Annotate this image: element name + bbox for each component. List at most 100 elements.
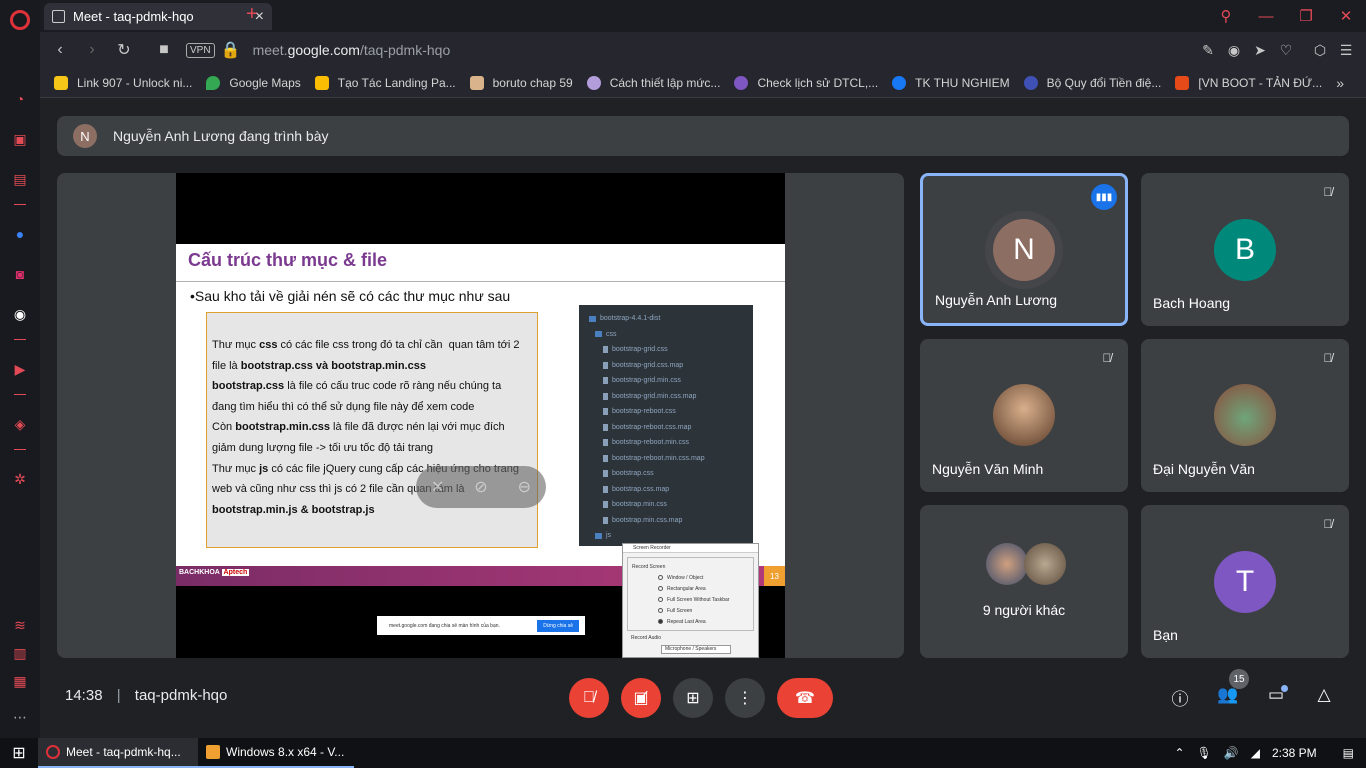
discord-icon[interactable]: ◉ [9, 303, 31, 325]
pin-icon[interactable]: ✕ [431, 477, 444, 497]
maximize-icon[interactable]: ❐ [1286, 7, 1326, 25]
recorder-option[interactable]: Full Screen Without Taskbar [632, 594, 749, 605]
muted-mic-icon: 🎙̸ [1102, 351, 1112, 365]
participant-tile[interactable]: 🎙̸ Nguyễn Văn Minh [920, 339, 1128, 492]
record-audio-checkbox[interactable]: Record Audio [623, 635, 758, 645]
participant-tile-self[interactable]: T 🎙̸ Bạn [1141, 505, 1349, 658]
bookmark-item[interactable]: Google Maps [206, 75, 301, 90]
bookmark-item[interactable]: Link 907 - Unlock ni... [54, 75, 192, 90]
extensions-icon[interactable]: ⬡ [1312, 42, 1328, 59]
file-icon [603, 470, 608, 478]
instagram-icon[interactable]: ◙ [9, 263, 31, 285]
bookmark-item[interactable]: boruto chap 59 [469, 75, 573, 90]
camera-toggle-button[interactable]: ▣̸ [621, 678, 661, 718]
twitch-icon[interactable]: ▤ [9, 168, 31, 190]
bookmark-item[interactable]: [VN BOOT - TẢN ĐỨ... [1175, 75, 1323, 90]
new-tab-icon[interactable]: + [246, 3, 258, 26]
speed-dial-icon[interactable]: ◔ [9, 88, 31, 110]
recorder-option[interactable]: Rectangular Area [632, 583, 749, 594]
radio-icon[interactable] [658, 608, 663, 613]
windows-start-icon[interactable]: ⊞ [0, 743, 38, 763]
memory-icon[interactable]: ▥ [9, 642, 31, 664]
tab-title: Meet - taq-pdmk-hqo [73, 9, 194, 24]
bag-icon[interactable]: ▣ [9, 128, 31, 150]
send-icon[interactable]: ➤ [1252, 42, 1268, 59]
bookmark-item[interactable]: Bộ Quy đổi Tiền điệ... [1023, 75, 1161, 90]
taskbar-item-meet[interactable]: Meet - taq-pdmk-hq... [38, 738, 198, 768]
slide-text-line: Còn bootstrap.min.css là file đã được né… [212, 421, 505, 434]
reload-icon[interactable]: ↻ [108, 40, 140, 60]
volume-icon[interactable]: 🔊 [1224, 746, 1239, 760]
audio-device-select[interactable]: Microphone / Speakers [661, 645, 731, 654]
recorder-option[interactable]: Window / Object [632, 572, 749, 583]
url-field[interactable]: meet.google.com/taq-pdmk-hqo [253, 42, 451, 58]
tree-item: bootstrap-4.4.1-dist [579, 311, 753, 327]
activities-icon[interactable]: △ [1312, 685, 1336, 709]
remove-icon[interactable]: ⊖ [518, 477, 531, 497]
edit-icon[interactable]: ✎ [1200, 42, 1216, 59]
participant-tile[interactable]: 🎙̸ Đại Nguyễn Văn [1141, 339, 1349, 492]
radio-icon[interactable] [658, 575, 663, 580]
search-icon[interactable]: ⚲ [1206, 7, 1246, 25]
recorder-option[interactable]: Repeat Last Area [632, 616, 749, 627]
leave-call-button[interactable]: ☎ [777, 678, 833, 718]
minimize-icon[interactable]: — [1246, 8, 1286, 25]
taskbar-item-vm[interactable]: Windows 8.x x64 - V... [198, 738, 354, 768]
radio-icon[interactable] [658, 586, 663, 591]
folder-icon [595, 331, 602, 338]
network-icon[interactable]: ◢ [1251, 746, 1260, 760]
stop-sharing-button[interactable]: Dừng chia sẻ [537, 619, 579, 632]
cpu-icon[interactable]: ▦ [9, 670, 31, 692]
easy-setup-icon[interactable]: ☰ [1338, 42, 1354, 59]
participant-tile[interactable]: B 🎙̸ Bach Hoang [1141, 173, 1349, 326]
bookmarks-more-icon[interactable]: » [1336, 75, 1344, 91]
tab-meet[interactable]: Meet - taq-pdmk-hqo × [44, 3, 272, 30]
radio-icon[interactable] [658, 619, 663, 624]
bookmark-label: [VN BOOT - TẢN ĐỨ... [1198, 75, 1323, 90]
back-icon[interactable]: ‹ [44, 41, 76, 59]
folder-icon [595, 532, 602, 539]
settings-icon[interactable]: ✲ [9, 468, 31, 490]
radio-icon[interactable] [658, 597, 663, 602]
file-icon [603, 346, 608, 354]
wifi-icon[interactable]: ≋ [9, 614, 31, 636]
recorder-option[interactable]: Full Screen [632, 605, 749, 616]
more-options-button[interactable]: ⋮ [725, 678, 765, 718]
mic-toggle-button[interactable]: 🎙̸ [569, 678, 609, 718]
microphone-icon[interactable]: 🎙 [1197, 746, 1212, 760]
present-button[interactable]: ⊞ [673, 678, 713, 718]
cube-icon[interactable]: ◈ [9, 413, 31, 435]
bookmark-item[interactable]: Check lịch sử DTCL,... [734, 75, 878, 90]
messenger-icon[interactable]: ● [9, 223, 31, 245]
player-icon[interactable]: ▶ [9, 358, 31, 380]
presentation-overlay[interactable]: ✕ ⊘ ⊖ [416, 466, 546, 508]
url-prefix: meet. [252, 42, 288, 58]
opera-icon [46, 745, 60, 759]
url-domain: google.com [287, 42, 360, 58]
bookmark-item[interactable]: Cách thiết lập mức... [586, 75, 720, 90]
tray-chevron-icon[interactable]: ⌃ [1174, 746, 1184, 760]
forward-icon[interactable]: › [76, 41, 108, 59]
mute-tile-icon[interactable]: ⊘ [474, 477, 487, 497]
notifications-icon[interactable]: ▤ [1343, 746, 1354, 760]
participant-tile-others[interactable]: 9 người khác [920, 505, 1128, 658]
file-icon [603, 485, 608, 493]
participant-tile[interactable]: N ▮▮▮ Nguyễn Anh Lương [920, 173, 1128, 326]
close-window-icon[interactable]: ✕ [1326, 7, 1366, 25]
tree-item: bootstrap.css.map [579, 482, 753, 498]
opera-logo-icon[interactable] [10, 10, 30, 30]
windows-taskbar: ⊞ Meet - taq-pdmk-hq... Windows 8.x x64 … [0, 738, 1366, 768]
bookmark-item[interactable]: TK THU NGHIEM [892, 75, 1010, 90]
camera-off-icon: ▣̸ [633, 690, 649, 707]
info-icon[interactable]: ⓘ [1168, 685, 1192, 709]
bookmark-item[interactable]: Tạo Tác Landing Pa... [314, 75, 456, 90]
bookmark-label: Google Maps [229, 75, 301, 90]
snapshot-icon[interactable]: ◉ [1226, 42, 1242, 59]
clock[interactable]: 2:38 PM [1272, 746, 1317, 760]
camera-icon[interactable]: ■ [148, 41, 180, 59]
vpn-badge[interactable]: VPN [186, 42, 215, 58]
lock-icon[interactable]: 🔒 [221, 40, 241, 60]
muted-mic-icon: 🎙̸ [1323, 185, 1333, 199]
heart-icon[interactable]: ♡ [1278, 42, 1294, 59]
more-icon[interactable]: ⋯ [9, 706, 31, 728]
